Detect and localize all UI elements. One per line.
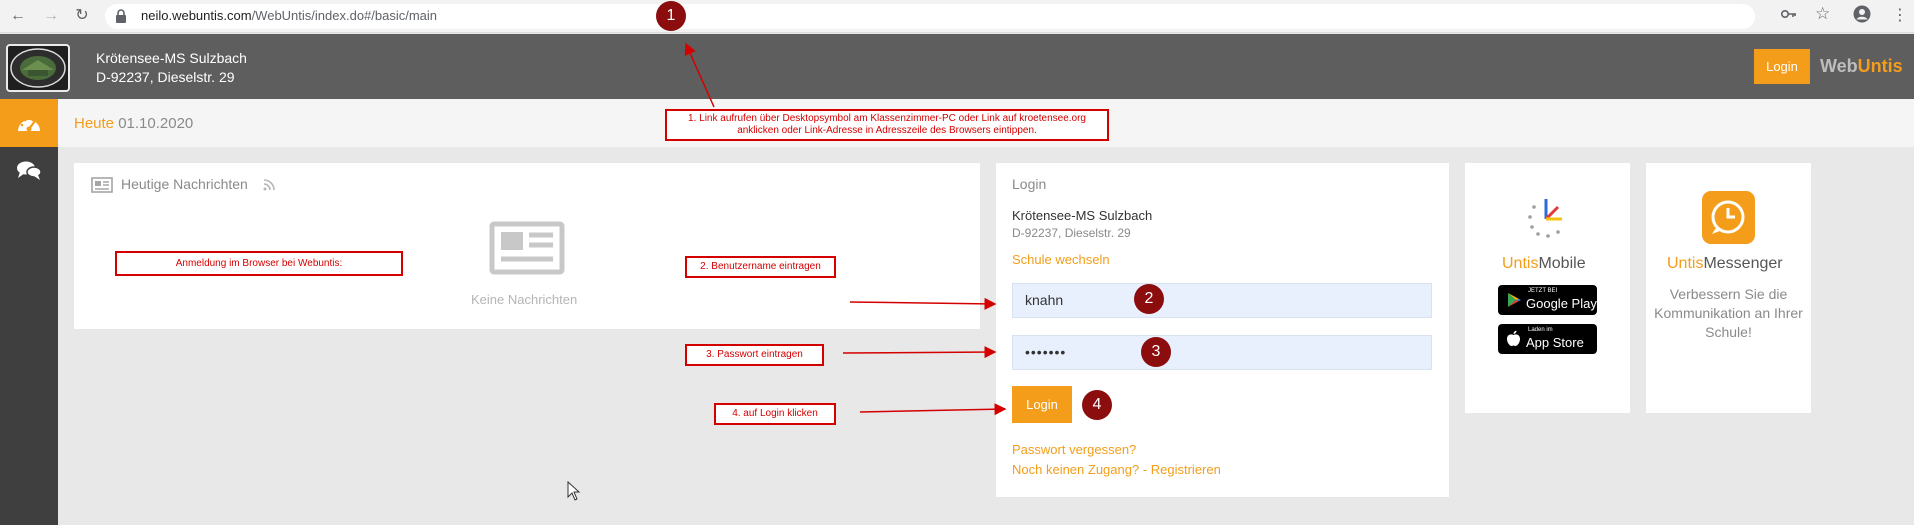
- arrow-step3: [842, 346, 997, 359]
- annotation-step4: 4. auf Login klicken: [714, 403, 836, 425]
- annotation-step3: 3. Passwort eintragen: [685, 344, 824, 366]
- annotation-step1: 1. Link aufrufen über Desktopsymbol am K…: [665, 109, 1109, 141]
- marker-4: 4: [1082, 390, 1112, 420]
- annotation-intro: Anmeldung im Browser bei Webuntis:: [115, 251, 403, 276]
- marker-3: 3: [1141, 337, 1171, 367]
- marker-2: 2: [1134, 284, 1164, 314]
- arrow-step2: [849, 297, 997, 310]
- annotation-step2: 2. Benutzername eintragen: [685, 256, 836, 278]
- arrow-step1: [684, 42, 715, 108]
- arrow-step4: [859, 403, 1007, 416]
- marker-1: 1: [656, 1, 686, 31]
- mouse-cursor-icon: [567, 480, 581, 506]
